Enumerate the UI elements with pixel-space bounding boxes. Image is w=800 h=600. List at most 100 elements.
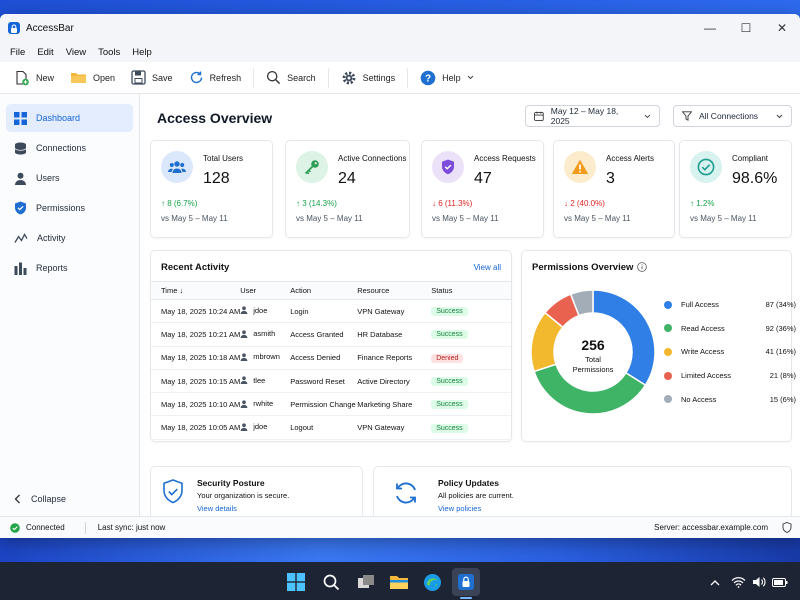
column-header-status[interactable]: Status bbox=[431, 281, 511, 300]
menu-tools[interactable]: Tools bbox=[92, 47, 126, 58]
cell-resource: Marketing Share bbox=[357, 392, 432, 417]
save-label: Save bbox=[152, 72, 173, 83]
sidebar-item-dashboard[interactable]: Dashboard bbox=[6, 104, 133, 132]
minimize-button[interactable]: — bbox=[692, 14, 728, 42]
legend-label: No Access bbox=[681, 394, 717, 404]
activity-table: Time ↓ User Action Resource Status May 1… bbox=[151, 281, 511, 440]
table-row[interactable]: May 18, 2025 10:15 AM tlee Password Reset A… bbox=[151, 369, 511, 394]
cell-resource: VPN Gateway bbox=[357, 299, 432, 324]
settings-button[interactable]: Settings bbox=[333, 65, 404, 91]
legend-label: Full Access bbox=[681, 300, 719, 310]
shield-icon bbox=[15, 201, 26, 215]
permissions-legend: Full Access 87 (34%) Read Access 92 (36%) Wr… bbox=[664, 293, 796, 411]
cell-time: May 18, 2025 10:05 AM bbox=[151, 415, 241, 440]
taskbar-accessbar-icon[interactable] bbox=[452, 568, 480, 596]
search-button[interactable]: Search bbox=[258, 65, 324, 91]
view-policies-link[interactable]: View policies bbox=[438, 504, 481, 513]
cell-resource: Finance Reports bbox=[357, 346, 432, 370]
view-details-link[interactable]: View details bbox=[197, 504, 237, 513]
open-button[interactable]: Open bbox=[62, 65, 123, 91]
shield-outline-icon bbox=[782, 522, 792, 533]
connection-filter[interactable]: All Connections bbox=[673, 105, 792, 127]
stat-value: 98.6% bbox=[732, 170, 778, 187]
save-button[interactable]: Save bbox=[123, 65, 181, 91]
check-circle-icon bbox=[690, 151, 722, 183]
wifi-icon[interactable] bbox=[727, 571, 749, 593]
legend-value: 87 (34%) bbox=[765, 300, 796, 310]
stat-card-access-requests[interactable]: Access Requests 47 ↓ 6 (11.3%) vs May 5 … bbox=[421, 140, 544, 238]
menu-view[interactable]: View bbox=[60, 47, 92, 58]
column-header-user[interactable]: User bbox=[240, 281, 291, 300]
recent-activity-panel: Recent Activity View all Time ↓ User Act… bbox=[150, 250, 512, 442]
menu-help[interactable]: Help bbox=[126, 47, 158, 58]
legend-item[interactable]: Full Access 87 (34%) bbox=[664, 293, 796, 317]
refresh-button[interactable]: Refresh bbox=[181, 65, 250, 91]
help-button[interactable]: ? Help bbox=[412, 65, 482, 91]
table-row[interactable]: May 18, 2025 10:21 AM asmith Access Grante… bbox=[151, 322, 511, 347]
help-label: Help bbox=[442, 72, 461, 83]
legend-item[interactable]: Read Access 92 (36%) bbox=[664, 317, 796, 341]
connected-check-icon bbox=[10, 522, 20, 533]
sidebar-item-reports[interactable]: Reports bbox=[6, 254, 133, 282]
table-row[interactable]: May 18, 2025 10:18 AM mbrown Access Denied… bbox=[151, 346, 511, 370]
cell-action: Logout bbox=[290, 415, 358, 440]
cell-user: rwhite bbox=[240, 392, 291, 417]
start-windows-icon[interactable] bbox=[285, 571, 307, 593]
menu-file[interactable]: File bbox=[4, 47, 31, 58]
table-row[interactable]: May 18, 2025 10:10 AM rwhite Permission Ch… bbox=[151, 392, 511, 417]
legend-item[interactable]: Write Access 41 (16%) bbox=[664, 340, 796, 364]
sidebar-item-label: Dashboard bbox=[36, 113, 81, 123]
user-icon bbox=[240, 423, 248, 431]
new-button[interactable]: New bbox=[6, 65, 62, 91]
cell-resource: Active Directory bbox=[357, 369, 432, 394]
maximize-button[interactable]: ☐ bbox=[728, 14, 764, 42]
security-posture-card: Security Posture Your organization is se… bbox=[150, 466, 363, 520]
user-name: rwhite bbox=[253, 399, 274, 409]
security-title: Security Posture bbox=[197, 478, 265, 488]
last-sync-status: Last sync: just now bbox=[97, 523, 166, 532]
volume-icon[interactable] bbox=[748, 571, 770, 593]
table-row[interactable]: May 18, 2025 10:24 AM jdoe Login VPN Gatewa… bbox=[151, 299, 511, 324]
view-all-link[interactable]: View all bbox=[474, 263, 501, 272]
sync-icon bbox=[396, 482, 416, 504]
file-explorer-icon[interactable] bbox=[388, 571, 410, 593]
sidebar-item-connections[interactable]: Connections bbox=[6, 134, 133, 162]
legend-swatch bbox=[664, 371, 672, 380]
column-header-time[interactable]: Time ↓ bbox=[151, 281, 241, 300]
column-header-action[interactable]: Action bbox=[290, 281, 358, 300]
app-lock-icon bbox=[8, 22, 20, 34]
info-icon[interactable] bbox=[637, 262, 647, 272]
sidebar-item-activity[interactable]: Activity bbox=[6, 224, 133, 252]
tray-chevron-up-icon[interactable] bbox=[704, 571, 726, 593]
menu-edit[interactable]: Edit bbox=[31, 47, 59, 58]
stat-card-compliant[interactable]: Compliant 98.6% ↑ 1.2% vs May 5 – May 11 bbox=[679, 140, 792, 238]
edge-browser-icon[interactable] bbox=[421, 571, 443, 593]
stat-compare: vs May 5 – May 11 bbox=[161, 214, 228, 223]
status-badge: Success bbox=[431, 307, 468, 317]
panel-title: Recent Activity bbox=[161, 262, 230, 273]
legend-item[interactable]: Limited Access 21 (8%) bbox=[664, 364, 796, 388]
close-button[interactable]: ✕ bbox=[764, 14, 800, 42]
svg-text:?: ? bbox=[425, 73, 431, 84]
stat-change: ↓ 2 (40.0%) bbox=[564, 199, 605, 208]
stat-card-access-alerts[interactable]: Access Alerts 3 ↓ 2 (40.0%) vs May 5 – M… bbox=[553, 140, 675, 238]
menu-bar: File Edit View Tools Help bbox=[0, 42, 800, 62]
date-range-picker[interactable]: May 12 – May 18, 2025 bbox=[525, 105, 660, 127]
column-header-resource[interactable]: Resource bbox=[357, 281, 432, 300]
stat-label: Access Requests bbox=[474, 154, 536, 163]
cell-action: Permission Change bbox=[290, 392, 358, 417]
sidebar-item-permissions[interactable]: Permissions bbox=[6, 194, 133, 222]
status-badge: Success bbox=[431, 377, 468, 387]
stat-card-total-users[interactable]: Total Users 128 ↑ 8 (6.7%) vs May 5 – Ma… bbox=[150, 140, 273, 238]
window-title: AccessBar bbox=[26, 22, 74, 34]
taskbar-search-icon[interactable] bbox=[320, 571, 342, 593]
chevron-down-icon bbox=[644, 114, 651, 118]
legend-item[interactable]: No Access 15 (6%) bbox=[664, 387, 796, 411]
task-view-icon[interactable] bbox=[355, 571, 377, 593]
collapse-button[interactable]: Collapse bbox=[14, 494, 66, 504]
cell-status: Success bbox=[431, 369, 511, 394]
battery-icon[interactable] bbox=[769, 571, 791, 593]
stat-card-active-connections[interactable]: Active Connections 24 ↑ 3 (14.3%) vs May… bbox=[285, 140, 410, 238]
sidebar-item-users[interactable]: Users bbox=[6, 164, 133, 192]
table-row[interactable]: May 18, 2025 10:05 AM jdoe Logout VPN Gatew… bbox=[151, 415, 511, 440]
